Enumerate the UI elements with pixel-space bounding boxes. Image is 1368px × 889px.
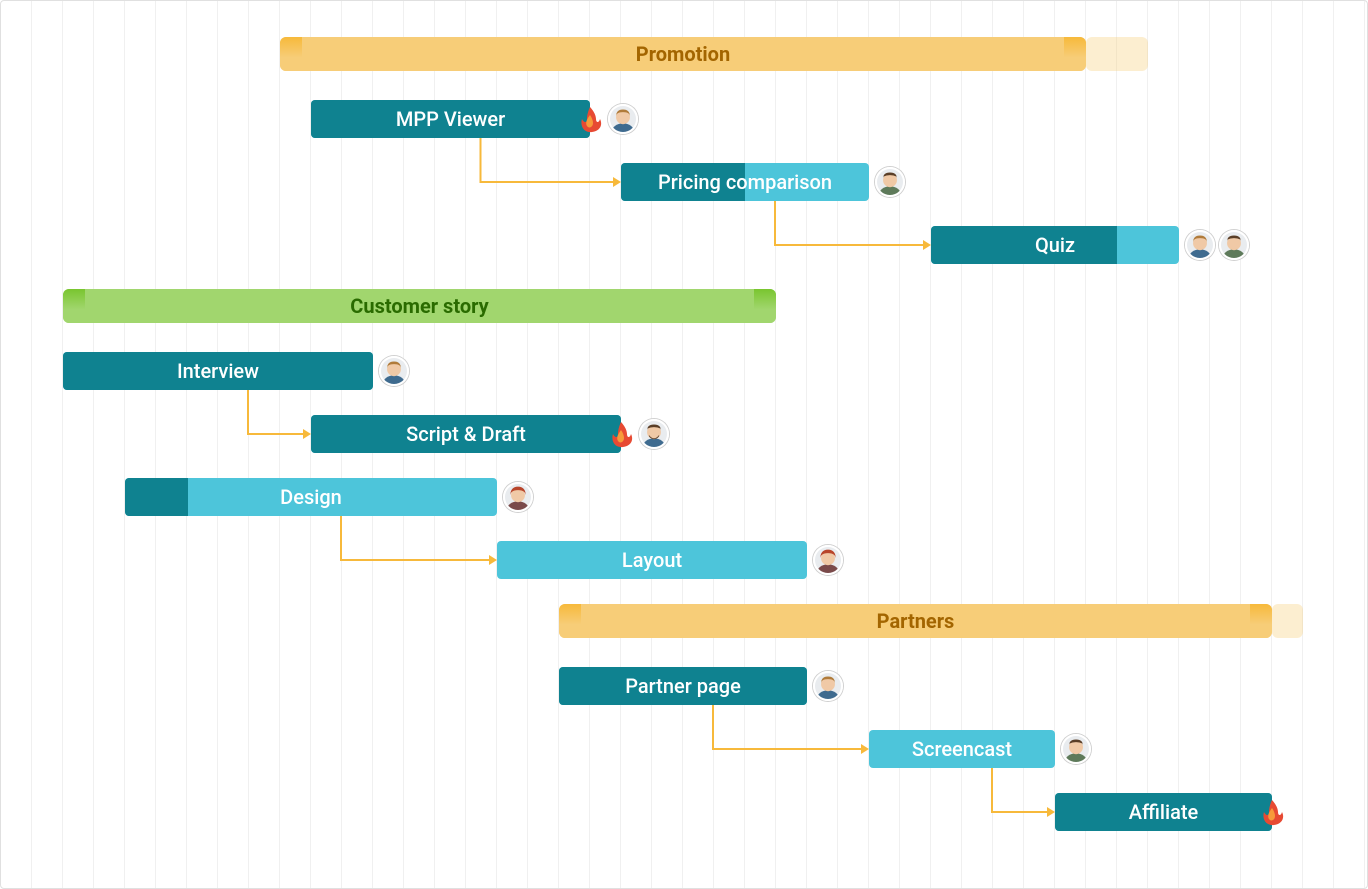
task-bar-t8[interactable]: Partner page	[559, 667, 807, 705]
task-label: Affiliate	[1119, 800, 1209, 824]
assignee-avatar[interactable]	[639, 419, 669, 449]
group-bar-g2[interactable]: Customer story	[63, 289, 776, 323]
group-trail	[1086, 37, 1148, 71]
priority-flame-icon	[576, 105, 604, 133]
task-label: MPP Viewer	[386, 107, 515, 131]
task-label: Partner page	[615, 674, 751, 698]
task-label: Quiz	[1025, 233, 1085, 257]
assignee-avatar[interactable]	[503, 482, 533, 512]
group-trail	[1272, 604, 1303, 638]
task-bar-t3[interactable]: Quiz	[931, 226, 1179, 264]
assignee-avatar[interactable]	[608, 104, 638, 134]
task-bar-t10[interactable]: Affiliate	[1055, 793, 1272, 831]
task-bar-t5[interactable]: Script & Draft	[311, 415, 621, 453]
assignee-avatar[interactable]	[1219, 230, 1249, 260]
assignee-avatar[interactable]	[813, 545, 843, 575]
assignee-avatar[interactable]	[875, 167, 905, 197]
priority-flame-icon	[1258, 798, 1286, 826]
group-label: Partners	[877, 609, 955, 633]
group-label: Promotion	[636, 42, 730, 66]
gantt-chart: Promotion Customer story Partners MPP Viewe…	[1, 1, 1367, 888]
assignee-avatar[interactable]	[379, 356, 409, 386]
priority-flame-icon	[607, 420, 635, 448]
assignee-avatar[interactable]	[1061, 734, 1091, 764]
task-label: Script & Draft	[396, 422, 536, 446]
group-bar-g1[interactable]: Promotion	[280, 37, 1086, 71]
task-bar-t1[interactable]: MPP Viewer	[311, 100, 590, 138]
task-label: Pricing comparison	[648, 170, 842, 194]
task-bar-t6[interactable]: Design	[125, 478, 497, 516]
gantt-viewport: Promotion Customer story Partners MPP Viewe…	[0, 0, 1368, 889]
task-bar-t9[interactable]: Screencast	[869, 730, 1055, 768]
task-label: Screencast	[902, 737, 1022, 761]
task-bar-t4[interactable]: Interview	[63, 352, 373, 390]
task-bar-t2[interactable]: Pricing comparison	[621, 163, 869, 201]
group-label: Customer story	[350, 294, 488, 318]
task-label: Design	[270, 485, 352, 509]
task-label: Interview	[167, 359, 269, 383]
task-label: Layout	[612, 548, 692, 572]
assignee-avatar[interactable]	[1185, 230, 1215, 260]
assignee-avatar[interactable]	[813, 671, 843, 701]
task-bar-t7[interactable]: Layout	[497, 541, 807, 579]
group-bar-g3[interactable]: Partners	[559, 604, 1272, 638]
